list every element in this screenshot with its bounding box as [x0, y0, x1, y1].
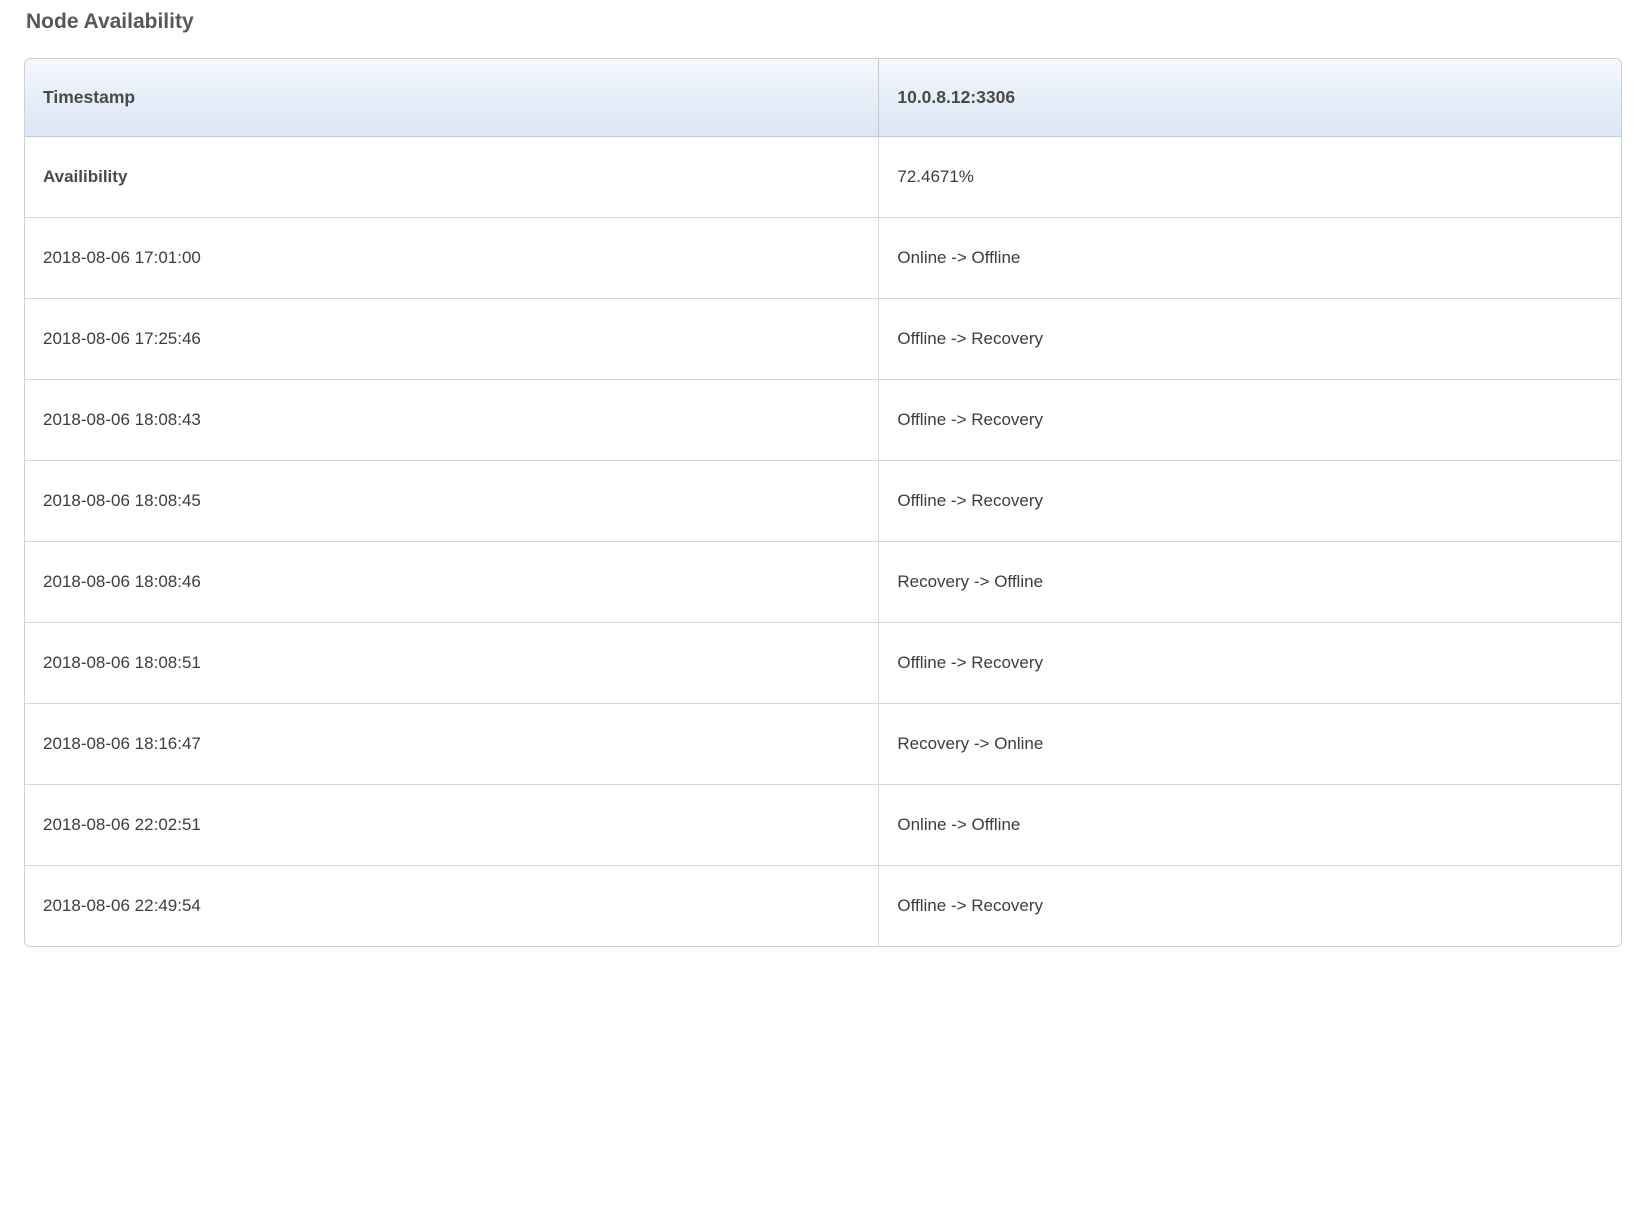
status-cell: Recovery -> Offline [879, 542, 1621, 623]
status-cell: Offline -> Recovery [879, 380, 1621, 461]
timestamp-cell: 2018-08-06 18:08:51 [25, 623, 879, 704]
availability-table: Timestamp 10.0.8.12:3306 Availibility 72… [25, 59, 1621, 946]
timestamp-cell: 2018-08-06 18:08:43 [25, 380, 879, 461]
table-row: 2018-08-06 17:25:46Offline -> Recovery [25, 299, 1621, 380]
availability-table-wrap: Timestamp 10.0.8.12:3306 Availibility 72… [24, 58, 1622, 947]
status-cell: Recovery -> Online [879, 704, 1621, 785]
table-row: 2018-08-06 18:08:51Offline -> Recovery [25, 623, 1621, 704]
table-row: 2018-08-06 18:16:47Recovery -> Online [25, 704, 1621, 785]
header-node[interactable]: 10.0.8.12:3306 [879, 59, 1621, 137]
table-header-row: Timestamp 10.0.8.12:3306 [25, 59, 1621, 137]
table-row-availability: Availibility 72.4671% [25, 137, 1621, 218]
table-row: 2018-08-06 18:08:45Offline -> Recovery [25, 461, 1621, 542]
timestamp-cell: 2018-08-06 22:02:51 [25, 785, 879, 866]
timestamp-cell: 2018-08-06 17:01:00 [25, 218, 879, 299]
table-row: 2018-08-06 18:08:43Offline -> Recovery [25, 380, 1621, 461]
header-timestamp[interactable]: Timestamp [25, 59, 879, 137]
status-cell: Online -> Offline [879, 785, 1621, 866]
table-row: 2018-08-06 22:49:54Offline -> Recovery [25, 866, 1621, 947]
status-cell: Offline -> Recovery [879, 461, 1621, 542]
table-row: 2018-08-06 18:08:46Recovery -> Offline [25, 542, 1621, 623]
timestamp-cell: 2018-08-06 17:25:46 [25, 299, 879, 380]
timestamp-cell: 2018-08-06 18:16:47 [25, 704, 879, 785]
table-row: 2018-08-06 22:02:51Online -> Offline [25, 785, 1621, 866]
availability-label-cell: Availibility [25, 137, 879, 218]
status-cell: Offline -> Recovery [879, 299, 1621, 380]
table-row: 2018-08-06 17:01:00Online -> Offline [25, 218, 1621, 299]
section-title: Node Availability [26, 10, 1622, 34]
status-cell: Offline -> Recovery [879, 866, 1621, 947]
timestamp-cell: 2018-08-06 22:49:54 [25, 866, 879, 947]
status-cell: Offline -> Recovery [879, 623, 1621, 704]
availability-value-cell: 72.4671% [879, 137, 1621, 218]
timestamp-cell: 2018-08-06 18:08:45 [25, 461, 879, 542]
timestamp-cell: 2018-08-06 18:08:46 [25, 542, 879, 623]
status-cell: Online -> Offline [879, 218, 1621, 299]
